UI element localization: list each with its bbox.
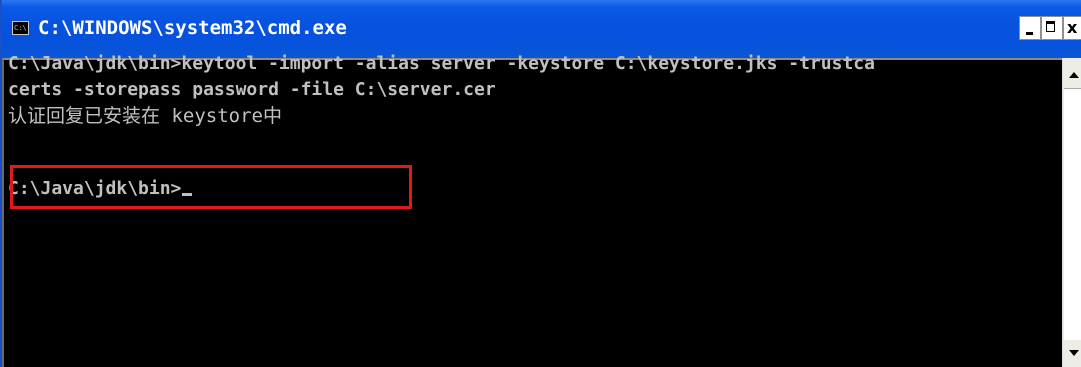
scroll-thumb[interactable] [1064,88,1081,340]
console-icon[interactable]: C:\ [12,21,29,35]
scroll-down-arrow-icon[interactable] [1064,342,1081,364]
cmd-window: C:\ C:\WINDOWS\system32\cmd.exe x C:\Jav… [0,0,1081,367]
console-line-command-2: certs -storepass password -file C:\serve… [8,79,496,100]
window-title: C:\WINDOWS\system32\cmd.exe [38,17,347,39]
close-button[interactable]: x [1063,16,1081,40]
minimize-button[interactable] [1019,16,1041,40]
console-line-result: 认证回复已安装在 keystore中 [8,105,282,127]
title-bar[interactable]: C:\ C:\WINDOWS\system32\cmd.exe x [2,0,1081,58]
console-line-command-1: C:\Java\jdk\bin>keytool -import -alias s… [8,53,875,74]
maximize-button[interactable] [1041,16,1063,40]
scroll-up-arrow-icon[interactable] [1064,66,1081,88]
close-icon: x [1067,18,1078,37]
vertical-scrollbar[interactable] [1062,58,1081,367]
console-icon-label: C:\ [14,24,27,32]
highlight-annotation [10,165,412,209]
